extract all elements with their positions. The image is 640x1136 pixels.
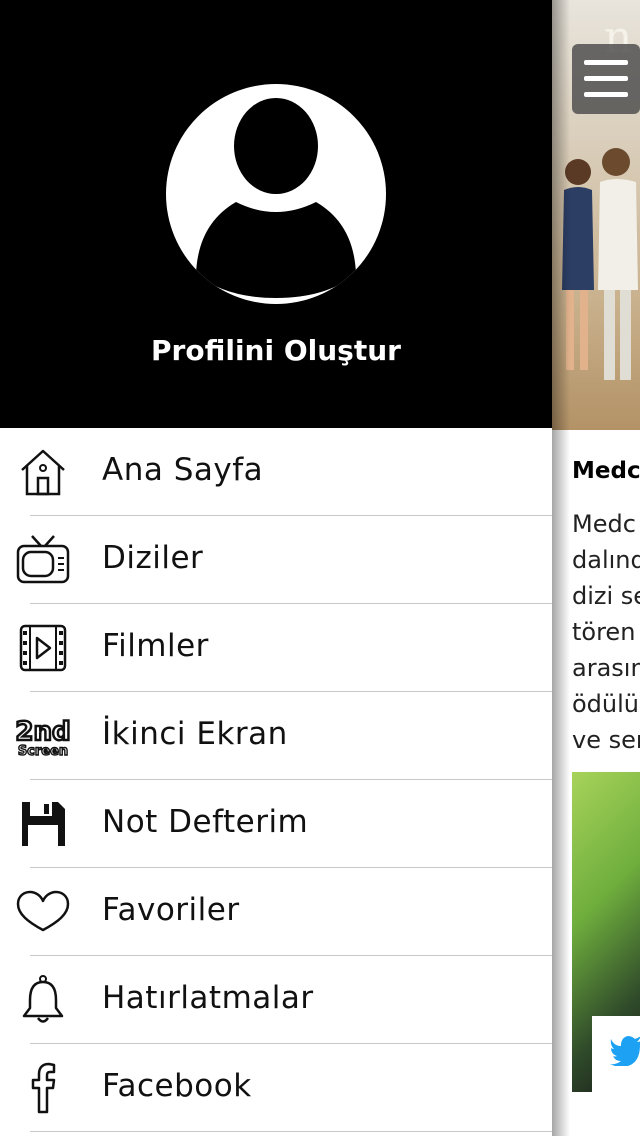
menu-item-label: Not Defterim — [102, 804, 309, 840]
twitter-icon — [610, 1036, 640, 1066]
floppy-disk-icon — [22, 802, 65, 846]
film-icon — [19, 624, 67, 672]
hero-person-man — [598, 148, 638, 380]
hamburger-bar — [584, 92, 628, 97]
menu-item-home[interactable]: Ana Sayfa — [0, 428, 552, 516]
article-line: ve ser — [572, 726, 640, 754]
menu-item-favorites[interactable]: Favoriler — [0, 868, 552, 956]
menu-item-label: İkinci Ekran — [102, 716, 288, 752]
article-line: tören — [572, 618, 636, 646]
article-line: Medc — [572, 510, 636, 538]
create-profile-label[interactable]: Profilini Oluştur — [0, 334, 552, 367]
menu-item-label: Facebook — [102, 1068, 252, 1104]
menu-separator — [30, 1131, 552, 1132]
hamburger-bar — [584, 60, 628, 65]
article-line: ödülü — [572, 690, 640, 718]
menu-item-label: Hatırlatmalar — [102, 980, 314, 1016]
drawer-shadow — [552, 0, 570, 1136]
menu-item-notebook[interactable]: Not Defterim — [0, 780, 552, 868]
menu-item-label: Diziler — [102, 540, 204, 576]
home-icon — [21, 449, 65, 496]
menu-item-reminders[interactable]: Hatırlatmalar — [0, 956, 552, 1044]
hamburger-menu-button[interactable] — [572, 44, 640, 114]
tv-icon — [16, 535, 70, 584]
user-silhouette-icon — [196, 98, 356, 298]
second-screen-big-text: 2nd — [15, 717, 70, 747]
menu-item-facebook[interactable]: Facebook — [0, 1044, 552, 1132]
profile-header[interactable]: Profilini Oluştur — [0, 0, 552, 428]
second-screen-icon: 2nd Screen — [14, 716, 72, 760]
article-body: Medc dalınd dizi se tören arasın ödülü v… — [572, 506, 640, 758]
menu-item-second-screen[interactable]: 2nd Screen İkinci Ekran — [0, 692, 552, 780]
hamburger-bar — [584, 76, 628, 81]
drawer-menu: Ana Sayfa Diziler Filmler 2nd Screen İki… — [0, 428, 552, 1132]
bell-icon — [22, 975, 64, 1023]
facebook-icon — [31, 1062, 56, 1114]
menu-item-series[interactable]: Diziler — [0, 516, 552, 604]
second-screen-small-text: Screen — [18, 744, 68, 759]
article-line: dizi se — [572, 582, 640, 610]
menu-item-label: Filmler — [102, 628, 209, 664]
article-line: arasın — [572, 654, 640, 682]
menu-item-movies[interactable]: Filmler — [0, 604, 552, 692]
article-line: dalınd — [572, 546, 640, 574]
menu-item-label: Favoriler — [102, 892, 240, 928]
twitter-share-button[interactable] — [592, 1016, 640, 1094]
article-title[interactable]: Medc — [572, 458, 640, 484]
side-drawer: Profilini Oluştur Ana Sayfa Diziler Film… — [0, 0, 552, 1136]
avatar[interactable] — [166, 84, 386, 304]
heart-icon — [16, 890, 70, 932]
menu-item-label: Ana Sayfa — [102, 452, 264, 488]
